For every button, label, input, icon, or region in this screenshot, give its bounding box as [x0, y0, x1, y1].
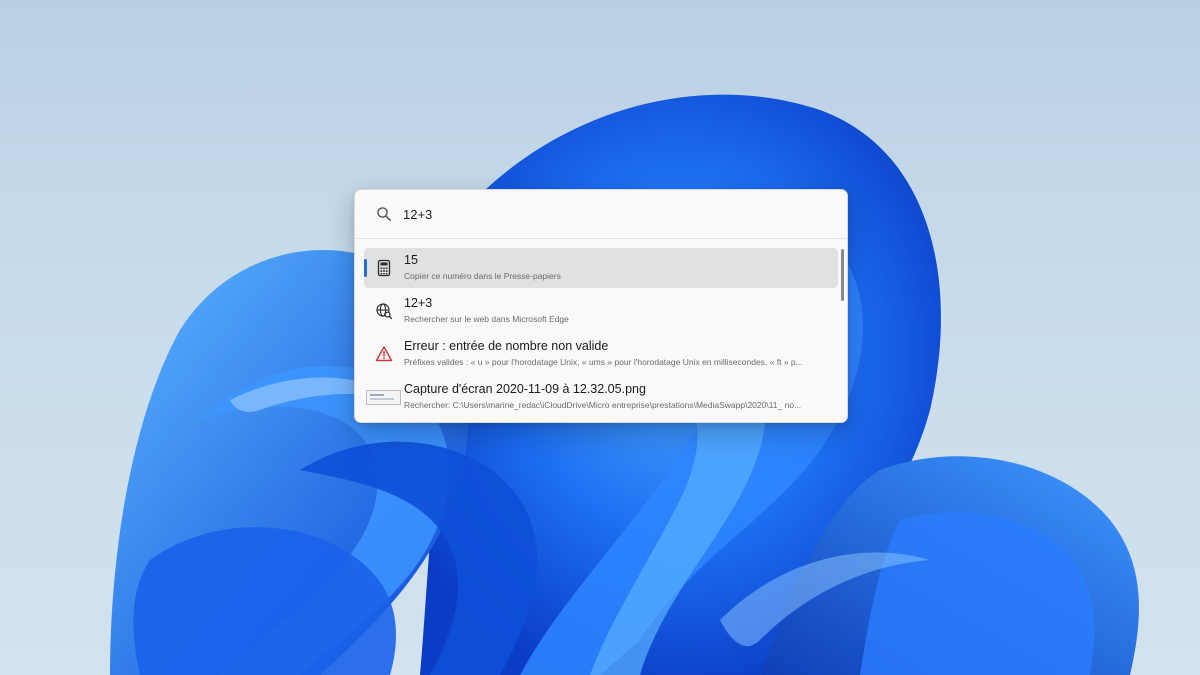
result-subtitle: Rechercher: C:\Users\marine_redac\iCloud… — [404, 400, 802, 410]
result-item-web-search[interactable]: 12+3 Rechercher sur le web dans Microsof… — [364, 291, 838, 331]
result-item-error[interactable]: Erreur : entrée de nombre non valide Pré… — [364, 334, 838, 374]
search-bar — [355, 190, 847, 239]
result-title: 15 — [404, 253, 418, 267]
result-title: Capture d'écran 2020-11-09 à 12.32.05.pn… — [404, 382, 646, 396]
result-item-file[interactable]: Capture d'écran 2020-11-09 à 12.32.05.pn… — [364, 377, 838, 417]
result-title: Erreur : entrée de nombre non valide — [404, 339, 609, 353]
search-icon — [377, 207, 391, 221]
powertoys-run-window: 15 Copier ce numéro dans le Presse-papie… — [354, 189, 848, 423]
result-item-calculator[interactable]: 15 Copier ce numéro dans le Presse-papie… — [364, 248, 838, 288]
result-subtitle: Préfixes valides : « u » pour l'horodata… — [404, 357, 803, 367]
search-input[interactable] — [403, 204, 823, 224]
calculator-icon — [377, 259, 391, 277]
selection-indicator — [364, 259, 367, 277]
web-search-icon — [376, 303, 393, 320]
result-subtitle: Rechercher sur le web dans Microsoft Edg… — [404, 314, 569, 324]
desktop: 15 Copier ce numéro dans le Presse-papie… — [0, 0, 1200, 675]
result-subtitle: Copier ce numéro dans le Presse-papiers — [404, 271, 561, 281]
warning-icon — [375, 346, 393, 362]
file-thumbnail-icon — [366, 390, 401, 405]
results-list: 15 Copier ce numéro dans le Presse-papie… — [355, 239, 847, 417]
results-scrollbar[interactable] — [841, 249, 844, 301]
result-title: 12+3 — [404, 296, 433, 310]
